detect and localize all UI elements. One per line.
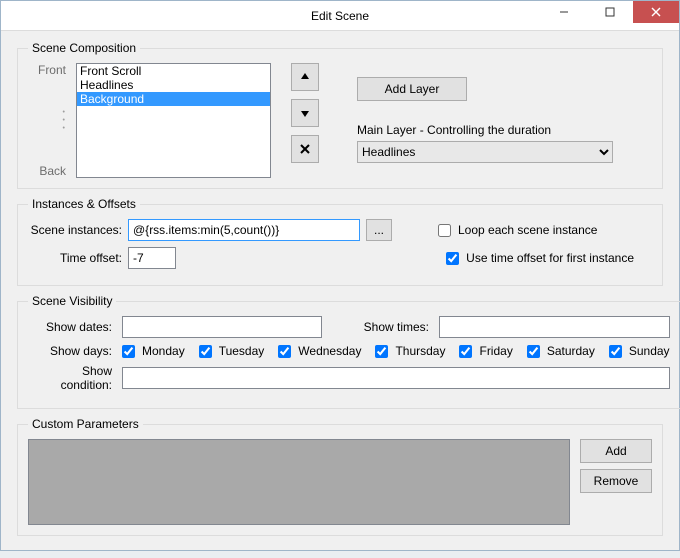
day-checkbox-wednesday[interactable]: Wednesday (278, 344, 361, 358)
remove-param-button[interactable]: Remove (580, 469, 652, 493)
day-label: Wednesday (298, 344, 361, 358)
minimize-button[interactable] (541, 1, 587, 23)
minimize-icon (559, 7, 569, 17)
day-checkbox-input[interactable] (199, 345, 212, 358)
layer-item[interactable]: Background (77, 92, 270, 106)
scene-composition-legend: Scene Composition (28, 41, 140, 55)
day-checkbox-monday[interactable]: Monday (122, 344, 185, 358)
day-checkbox-input[interactable] (278, 345, 291, 358)
add-param-button[interactable]: Add (580, 439, 652, 463)
day-checkbox-input[interactable] (527, 345, 540, 358)
show-dates-input[interactable] (122, 316, 322, 338)
day-checkbox-tuesday[interactable]: Tuesday (199, 344, 265, 358)
front-label: Front (28, 63, 66, 77)
show-dates-label: Show dates: (28, 320, 118, 334)
close-button[interactable] (633, 1, 679, 23)
main-layer-select[interactable]: Headlines (357, 141, 613, 163)
layer-item[interactable]: Headlines (77, 78, 270, 92)
day-label: Tuesday (219, 344, 265, 358)
x-icon (299, 143, 311, 155)
scene-instances-input[interactable] (128, 219, 360, 241)
move-down-button[interactable] (291, 99, 319, 127)
day-label: Monday (142, 344, 185, 358)
custom-parameters-list[interactable] (28, 439, 570, 525)
layer-order-buttons (291, 63, 319, 163)
day-checkbox-friday[interactable]: Friday (459, 344, 512, 358)
day-checkbox-input[interactable] (609, 345, 622, 358)
scene-composition-group: Scene Composition Front ••• Back Front S… (17, 41, 663, 189)
composition-right-column: Add Layer Main Layer - Controlling the d… (357, 63, 652, 163)
arrow-down-icon (299, 107, 311, 119)
use-offset-checkbox[interactable] (446, 252, 459, 265)
layer-list[interactable]: Front ScrollHeadlinesBackground (76, 63, 271, 178)
scene-visibility-group: Scene Visibility Show dates: Show times:… (17, 294, 680, 409)
day-checkbox-input[interactable] (459, 345, 472, 358)
show-times-label: Show times: (360, 320, 435, 334)
delete-layer-button[interactable] (291, 135, 319, 163)
loop-checkbox[interactable] (438, 224, 451, 237)
scene-visibility-legend: Scene Visibility (28, 294, 116, 308)
custom-parameters-legend: Custom Parameters (28, 417, 143, 431)
maximize-icon (605, 7, 615, 17)
show-times-input[interactable] (439, 316, 670, 338)
depth-dots: ••• (28, 110, 66, 131)
custom-parameters-group: Custom Parameters Add Remove (17, 417, 663, 536)
scene-instances-label: Scene instances: (28, 223, 128, 237)
maximize-button[interactable] (587, 1, 633, 23)
show-days-label: Show days: (28, 344, 118, 358)
show-condition-input[interactable] (122, 367, 670, 389)
day-checkbox-input[interactable] (122, 345, 135, 358)
content-area: Scene Composition Front ••• Back Front S… (1, 31, 679, 558)
arrow-up-icon (299, 71, 311, 83)
show-condition-label: Show condition: (28, 364, 118, 392)
main-layer-caption: Main Layer - Controlling the duration (357, 123, 652, 137)
close-icon (651, 7, 661, 17)
day-checkbox-input[interactable] (375, 345, 388, 358)
instances-offsets-legend: Instances & Offsets (28, 197, 140, 211)
loop-label: Loop each scene instance (458, 223, 597, 237)
time-offset-label: Time offset: (28, 251, 128, 265)
time-offset-input[interactable] (128, 247, 176, 269)
add-layer-button[interactable]: Add Layer (357, 77, 467, 101)
edit-scene-window: Edit Scene Scene Composition Front ••• B… (0, 0, 680, 551)
day-label: Sunday (629, 344, 670, 358)
instances-offsets-group: Instances & Offsets Scene instances: ...… (17, 197, 663, 286)
layer-item[interactable]: Front Scroll (77, 64, 270, 78)
day-checkbox-sunday[interactable]: Sunday (609, 344, 670, 358)
day-checkbox-thursday[interactable]: Thursday (375, 344, 445, 358)
window-controls (541, 1, 679, 23)
front-back-labels: Front ••• Back (28, 63, 68, 178)
back-label: Back (28, 164, 66, 178)
days-container: Monday Tuesday Wednesday Thursday Friday Satu… (122, 344, 670, 358)
use-offset-label: Use time offset for first instance (466, 251, 634, 265)
day-checkbox-saturday[interactable]: Saturday (527, 344, 595, 358)
scene-instances-browse-button[interactable]: ... (366, 219, 392, 241)
day-label: Saturday (547, 344, 595, 358)
move-up-button[interactable] (291, 63, 319, 91)
day-label: Friday (479, 344, 512, 358)
day-label: Thursday (395, 344, 445, 358)
titlebar: Edit Scene (1, 1, 679, 31)
